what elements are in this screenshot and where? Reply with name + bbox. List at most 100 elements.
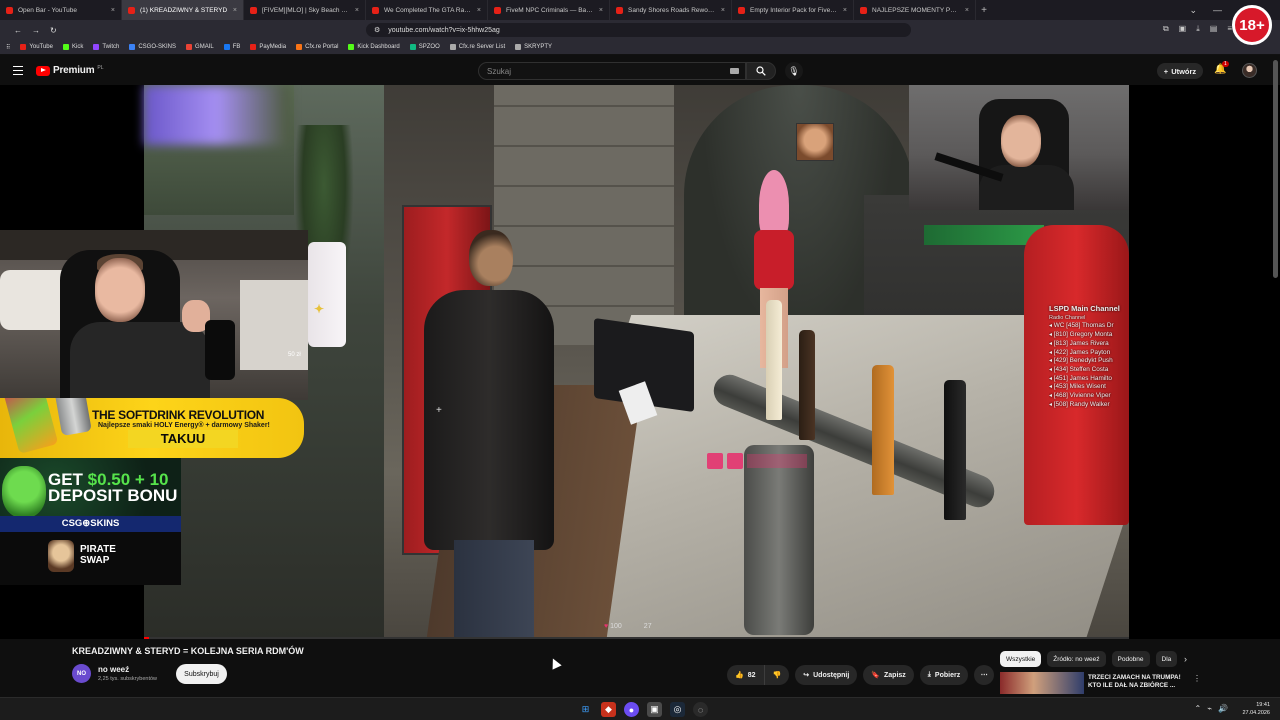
discord-icon[interactable]: ● bbox=[624, 702, 639, 717]
bookmark-item[interactable]: PayMedia bbox=[250, 44, 286, 50]
close-tab-icon[interactable]: × bbox=[843, 7, 847, 14]
dislike-button[interactable]: 👎 bbox=[764, 665, 790, 685]
bookmark-favicon-icon bbox=[20, 44, 27, 50]
os-taskbar: ⊞ ◆ ● ▣ ◎ ◌ ⌃ ⌁ 🔊 19:41 27.04.2026 bbox=[0, 697, 1280, 720]
browser-tab[interactable]: We Completed The GTA Racetrack - Y × bbox=[366, 0, 488, 20]
more-actions-icon[interactable]: ⋯ bbox=[974, 665, 995, 685]
minimize-button[interactable]: — bbox=[1213, 5, 1222, 15]
app-icon[interactable]: ◌ bbox=[693, 702, 708, 717]
back-icon[interactable]: ← bbox=[14, 26, 22, 35]
like-button[interactable]: 👍 82 bbox=[727, 665, 765, 685]
close-tab-icon[interactable]: × bbox=[965, 7, 969, 14]
bookmark-label: Twitch bbox=[102, 44, 120, 50]
network-icon[interactable]: ⌁ bbox=[1207, 704, 1212, 713]
page-scrollbar[interactable] bbox=[1273, 60, 1278, 278]
tab-list-chevron-icon[interactable]: ⌄ bbox=[1189, 5, 1197, 16]
forward-icon[interactable]: → bbox=[32, 26, 40, 35]
filter-chip[interactable]: Wszystkie bbox=[1000, 651, 1042, 667]
wallet-icon[interactable]: ▣ bbox=[1179, 24, 1187, 34]
close-tab-icon[interactable]: × bbox=[233, 7, 237, 14]
url-text[interactable]: youtube.com/watch?v=ix-5hhw25ag bbox=[388, 27, 499, 34]
radio-member: [429] Benedykt Push bbox=[1049, 357, 1129, 366]
channel-avatar[interactable]: NO bbox=[72, 664, 91, 683]
voice-search-mic-icon[interactable]: 🎙 bbox=[785, 62, 803, 80]
browser-tab[interactable]: [FIVEM][MLO] | Sky Beach House - Yo × bbox=[244, 0, 366, 20]
brave-browser-icon[interactable]: ◆ bbox=[601, 702, 616, 717]
bookmark-item[interactable]: GMAIL bbox=[186, 44, 214, 50]
system-clock[interactable]: 19:41 27.04.2026 bbox=[1242, 701, 1270, 717]
bookmark-item[interactable]: Kick bbox=[62, 44, 83, 50]
bookmark-item[interactable]: SKRYPTY bbox=[515, 44, 552, 50]
filter-chip[interactable]: Źródło: no weeź bbox=[1047, 651, 1106, 667]
radio-channel-title: LSPD Main Channel bbox=[1049, 304, 1120, 313]
save-label: Zapisz bbox=[884, 671, 906, 679]
account-avatar[interactable] bbox=[1242, 63, 1257, 78]
filter-chip[interactable]: Dla bbox=[1155, 651, 1178, 667]
extensions-icon[interactable]: ⧉ bbox=[1163, 24, 1169, 34]
share-icon: ↪ bbox=[803, 672, 810, 679]
recommended-thumbnail[interactable] bbox=[1000, 672, 1084, 694]
volume-icon[interactable]: 🔊 bbox=[1218, 704, 1228, 713]
bookmark-item[interactable]: CSGO-SKINS bbox=[129, 44, 176, 50]
browser-tab[interactable]: Open Bar - YouTube × bbox=[0, 0, 122, 20]
download-button[interactable]: ⤓ Pobierz bbox=[919, 665, 969, 685]
browser-tab[interactable]: (1) KREADZIWNY & STERYD × bbox=[122, 0, 244, 20]
close-tab-icon[interactable]: × bbox=[721, 7, 725, 14]
plus-icon: + bbox=[1163, 66, 1169, 76]
browser-tab[interactable]: Empty Interior Pack for FiveM | Hou × bbox=[732, 0, 854, 20]
browser-tab[interactable]: NAJLEPSZE MOMENTY POLSKIEGO × bbox=[854, 0, 976, 20]
close-tab-icon[interactable]: × bbox=[111, 7, 115, 14]
bookmark-item[interactable]: SPZOO bbox=[409, 44, 440, 50]
filter-chip[interactable]: Podobne bbox=[1111, 651, 1150, 667]
sidebar-icon[interactable]: ▤ bbox=[1210, 24, 1218, 34]
radio-member: [468] Vivienne Viper bbox=[1049, 392, 1129, 401]
close-tab-icon[interactable]: × bbox=[599, 7, 603, 14]
keyboard-icon[interactable] bbox=[730, 68, 739, 74]
bookmark-item[interactable]: FB bbox=[223, 44, 240, 50]
radio-member: [453] Miles Wisent bbox=[1049, 383, 1129, 392]
recommended-title[interactable]: TRZECI ZAMACH NA TRUMPA! KTO ILE DAŁ NA … bbox=[1088, 674, 1192, 690]
create-button[interactable]: + Utwórz bbox=[1157, 63, 1203, 79]
chevron-right-icon[interactable]: › bbox=[1184, 654, 1187, 664]
close-tab-icon[interactable]: × bbox=[355, 7, 359, 14]
tray-chevron-icon[interactable]: ⌃ bbox=[1195, 704, 1202, 713]
bookmark-item[interactable]: Twitch bbox=[93, 44, 119, 50]
radio-member: [508] Randy Walker bbox=[1049, 401, 1129, 410]
toolbar-icons: ⧉ ▣ ⤓ ▤ ≡ bbox=[1163, 24, 1232, 34]
subscribe-button[interactable]: Subskrybuj bbox=[176, 664, 227, 684]
download-label: Pobierz bbox=[934, 671, 961, 679]
search-button[interactable] bbox=[746, 62, 776, 80]
address-bar[interactable]: ⚙ youtube.com/watch?v=ix-5hhw25ag bbox=[366, 23, 911, 37]
steam-icon[interactable]: ◎ bbox=[670, 702, 685, 717]
hamburger-menu-icon[interactable] bbox=[13, 66, 23, 75]
search-input[interactable]: Szukaj bbox=[478, 62, 746, 80]
bookmark-icon: 🔖 bbox=[871, 672, 880, 679]
bookmark-item[interactable]: Cfx.re Portal bbox=[296, 44, 338, 50]
radio-member: [451] James Hamilto bbox=[1049, 375, 1129, 384]
video-player[interactable]: LSPD Main Channel Radio Channel WC [458]… bbox=[0, 85, 1280, 639]
share-button[interactable]: ↪ Udostępnij bbox=[795, 665, 858, 685]
radio-member: [422] James Payton bbox=[1049, 349, 1129, 358]
terminal-icon[interactable]: ▣ bbox=[647, 702, 662, 717]
bookmark-item[interactable]: YouTube bbox=[20, 44, 53, 50]
download-icon[interactable]: ⤓ bbox=[1196, 24, 1200, 34]
close-tab-icon[interactable]: × bbox=[477, 7, 481, 14]
site-info-icon[interactable]: ⚙ bbox=[374, 26, 380, 34]
new-tab-button[interactable]: + bbox=[976, 5, 992, 16]
save-button[interactable]: 🔖 Zapisz bbox=[863, 665, 914, 685]
bookmark-label: CSGO-SKINS bbox=[138, 44, 177, 50]
apps-grid-icon[interactable]: ⠿ bbox=[6, 44, 10, 51]
bookmark-item[interactable]: Cfx.re Server List bbox=[449, 44, 505, 50]
recommended-more-icon[interactable]: ⋮ bbox=[1193, 674, 1201, 683]
browser-tab-bar: Open Bar - YouTube × (1) KREADZIWNY & STER… bbox=[0, 0, 1280, 20]
bookmark-item[interactable]: Kick Dashboard bbox=[348, 44, 400, 50]
browser-tab[interactable]: Sandy Shores Roads Rework + FREE × bbox=[610, 0, 732, 20]
reload-icon[interactable]: ↻ bbox=[50, 26, 57, 35]
recommended-video[interactable]: TRZECI ZAMACH NA TRUMPA! KTO ILE DAŁ NA … bbox=[1000, 672, 1196, 694]
windows-start-icon[interactable]: ⊞ bbox=[578, 702, 593, 717]
bookmark-favicon-icon bbox=[62, 44, 69, 50]
youtube-logo[interactable]: Premium PL bbox=[36, 65, 104, 76]
channel-name[interactable]: no weeź bbox=[98, 665, 129, 674]
video-progress-bar[interactable] bbox=[144, 637, 1129, 639]
browser-tab[interactable]: FiveM NPC Criminals — Bank Robber × bbox=[488, 0, 610, 20]
